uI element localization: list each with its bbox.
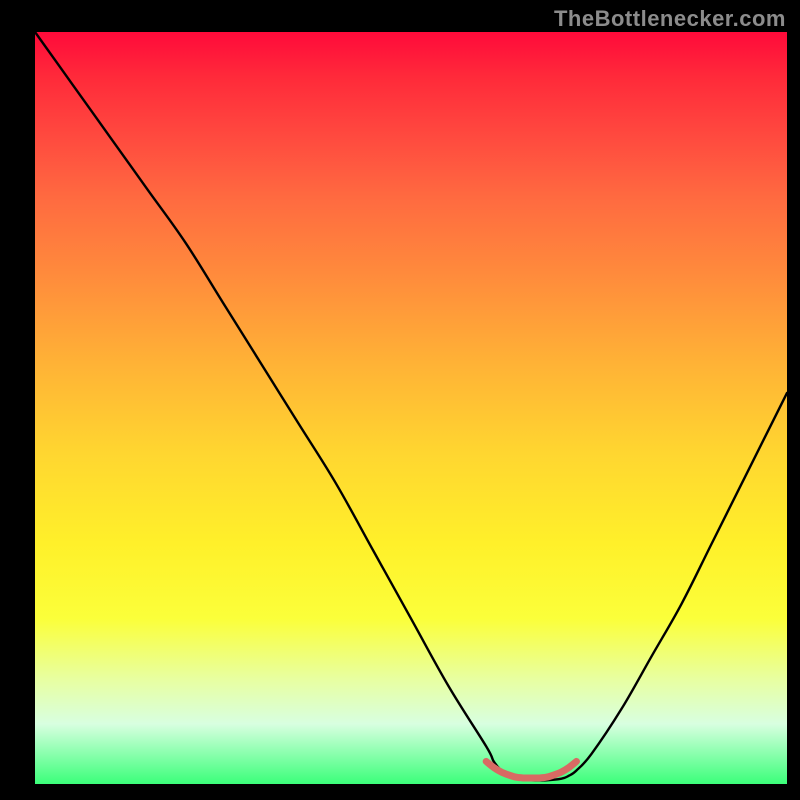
bottleneck-curve [35,32,787,780]
chart-svg [0,0,800,800]
sweet-spot-band [486,761,576,778]
chart-frame: TheBottlenecker.com [0,0,800,800]
